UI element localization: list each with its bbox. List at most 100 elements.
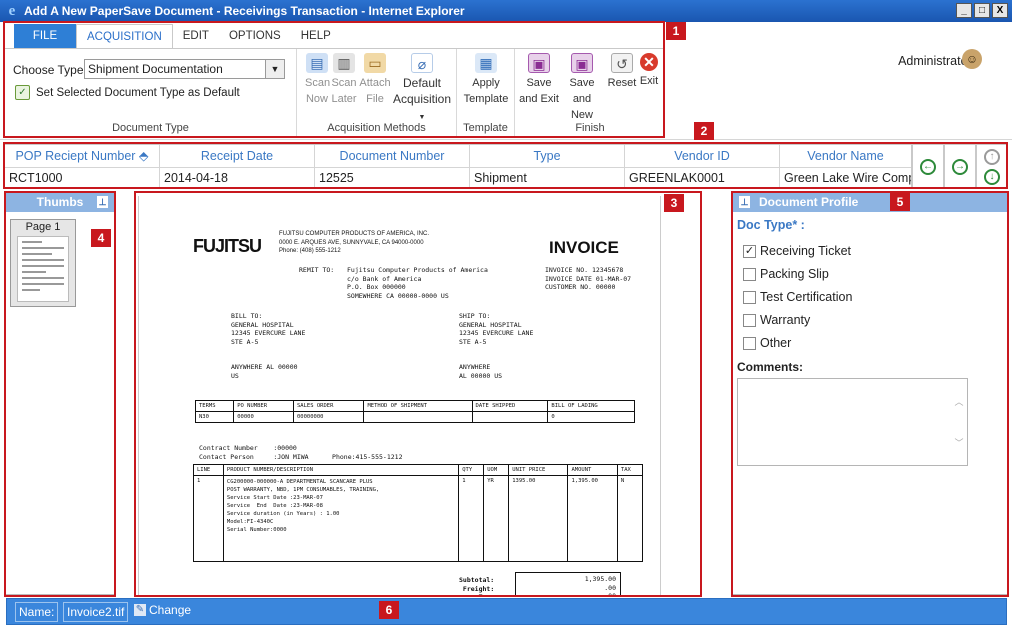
thumbs-header: Thumbs ⊥ [6,193,114,212]
callout-badge-2: 2 [694,122,714,140]
reset-button[interactable]: ↺ Reset [607,53,637,91]
callout-badge-4: 4 [91,229,111,247]
callout-badge-5: 5 [890,193,910,211]
column-vendor-name[interactable]: Vendor Name [780,145,911,167]
exit-button[interactable]: ✕ Exit [637,53,661,89]
cell-document-number: 12525 [315,167,470,189]
save-new-icon: ▣ [571,53,593,73]
save-and-new-button[interactable]: ▣ Save and New [561,53,603,123]
default-acquisition-button[interactable]: ⌀ Default Acquisition ▼ [391,53,453,126]
column-pop-receipt-number[interactable]: POP Reciept Number ⬘ [5,145,160,167]
file-name-label: Name: [15,602,59,622]
group-label-acquisition: Acquisition Methods [327,122,426,134]
ship-to-address: SHIP TO: GENERAL HOSPITAL 12345 EVERCURE… [459,312,534,380]
pencil-icon: ✎ [134,604,146,616]
checkbox-warranty[interactable]: Warranty [743,313,810,327]
remit-to-label: REMIT TO: [299,266,335,274]
page-thumbnail[interactable]: Page 1 [10,219,76,307]
template-icon: ▦ [475,53,497,73]
comments-textarea[interactable]: ︿ ﹀ [737,378,968,466]
pin-icon[interactable]: ⊥ [97,196,108,208]
paperclip-icon: ⌀ [411,53,433,73]
checkbox-checked-icon[interactable]: ✓ [743,244,756,258]
scan-later-button[interactable]: ▥ Scan Later [331,53,357,107]
ribbon-tabs: FILE ACQUISITION EDIT OPTIONS HELP [5,24,341,49]
callout-badge-3: 3 [664,194,684,212]
tab-edit[interactable]: EDIT [173,24,219,48]
invoice-heading: INVOICE [549,238,619,257]
group-template: ▦ Apply Template Template [457,49,515,137]
callout-badge-1: 1 [666,22,686,40]
scroll-down-icon[interactable]: ﹀ [951,436,967,449]
ribbon-panel: Choose Type: Shipment Documentation ▼ ✓ … [5,48,665,137]
checkbox-icon[interactable] [743,336,756,350]
remit-to-address: Fujitsu Computer Products of America c/o… [347,266,488,300]
grid-header-row: POP Reciept Number ⬘ Receipt Date Docume… [5,145,911,167]
arrow-up-icon[interactable]: ↑ [984,149,1000,165]
invoice-terms-table: TERMS PO NUMBER SALES ORDER METHOD OF SH… [194,400,635,423]
thumbs-title: Thumbs [36,195,84,209]
folder-icon: ▭ [364,53,386,73]
arrow-left-icon: ← [920,159,936,175]
change-name-button[interactable]: ✎ Change [134,603,191,617]
cell-type: Shipment [470,167,625,189]
page-thumbnail-image [17,236,69,302]
tab-acquisition[interactable]: ACQUISITION [76,24,173,49]
maximize-button[interactable]: □ [974,3,990,18]
previous-record-button[interactable]: ← [912,144,944,188]
group-acquisition-methods: ▤ Scan Now ▥ Scan Later ▭ Attach File ⌀ … [297,49,457,137]
attach-file-button[interactable]: ▭ Attach File [359,53,391,107]
invoice-totals-values: 1,395.00 .00 .00 [515,572,621,595]
contract-info: Contract Number :00000 Contact Person :J… [199,444,403,461]
column-receipt-date[interactable]: Receipt Date [160,145,315,167]
checkbox-other[interactable]: Other [743,336,791,350]
cell-receipt-date: 2014-04-18 [160,167,315,189]
checkbox-icon[interactable] [743,290,756,304]
tab-options[interactable]: OPTIONS [219,24,291,48]
change-name-label: Change [149,603,192,617]
column-document-number[interactable]: Document Number [315,145,470,167]
doc-type-label: Doc Type* : [737,218,805,232]
checkbox-receiving-ticket[interactable]: ✓ Receiving Ticket [743,244,851,258]
cell-vendor-name: Green Lake Wire Compa [780,167,911,189]
checkbox-icon[interactable] [743,313,756,327]
reset-icon: ↺ [611,53,633,73]
document-viewer[interactable]: FUJITSU FUJITSU COMPUTER PRODUCTS OF AME… [134,192,702,596]
document-profile-header: ⊥ Document Profile [733,193,1007,212]
group-document-type: Choose Type: Shipment Documentation ▼ ✓ … [5,49,297,137]
column-type[interactable]: Type [470,145,625,167]
minimize-button[interactable]: _ [956,3,972,18]
document-type-select[interactable]: Shipment Documentation ▼ [84,59,285,79]
file-name-value: Invoice2.tif [63,602,129,622]
arrow-down-icon[interactable]: ↓ [984,169,1000,185]
tab-file[interactable]: FILE [14,24,76,48]
tab-help[interactable]: HELP [291,24,341,48]
record-scroll-buttons: ↑ ↓ [976,144,1008,188]
barcode-icon: ▥ [333,53,355,73]
close-button[interactable]: X [992,3,1008,18]
invoice-page: FUJITSU FUJITSU COMPUTER PRODUCTS OF AME… [138,196,661,595]
checkbox-packing-slip[interactable]: Packing Slip [743,267,829,281]
column-vendor-id[interactable]: Vendor ID [625,145,780,167]
checkbox-test-certification[interactable]: Test Certification [743,290,852,304]
set-default-type-button[interactable]: ✓ Set Selected Document Type as Default [15,85,240,100]
arrow-right-icon: → [952,159,968,175]
scan-now-button[interactable]: ▤ Scan Now [305,53,330,107]
internet-explorer-icon: e [8,3,16,19]
table-row[interactable]: RCT1000 2014-04-18 12525 Shipment GREENL… [5,167,911,189]
invoice-company-address: FUJITSU COMPUTER PRODUCTS OF AMERICA, IN… [279,231,430,254]
save-and-exit-button[interactable]: ▣ Save and Exit [519,53,559,107]
chevron-down-icon[interactable]: ▼ [265,60,284,78]
next-record-button[interactable]: → [944,144,976,188]
scroll-up-icon[interactable]: ︿ [951,395,967,408]
apply-template-button[interactable]: ▦ Apply Template [461,53,511,107]
window-title: Add A New PaperSave Document - Receiving… [24,4,465,18]
pin-icon[interactable]: ⊥ [739,196,750,208]
window-titlebar: e Add A New PaperSave Document - Receivi… [0,0,1012,22]
document-check-icon: ✓ [15,85,30,100]
callout-badge-6: 6 [379,601,399,619]
cell-pop-receipt-number: RCT1000 [5,167,160,189]
comments-scrollbar[interactable]: ︿ ﹀ [951,379,967,465]
checkbox-icon[interactable] [743,267,756,281]
dropdown-arrow-icon: ▼ [418,114,426,121]
